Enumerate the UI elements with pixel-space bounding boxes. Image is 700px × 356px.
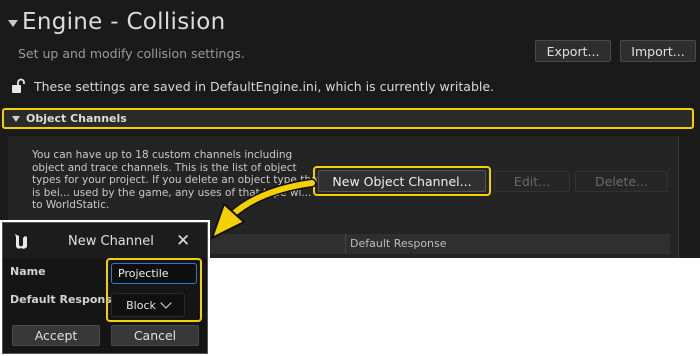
export-button[interactable]: Export...	[535, 40, 611, 62]
name-label: Name	[10, 265, 46, 278]
default-response-value: Block	[126, 298, 156, 312]
collapse-caret-icon[interactable]	[8, 20, 18, 27]
column-default-response: Default Response	[350, 237, 447, 250]
section-description: You can have up to 18 custom channels in…	[32, 149, 322, 211]
delete-button[interactable]: Delete...	[575, 171, 668, 192]
default-response-label: Default Response	[10, 293, 120, 306]
import-button[interactable]: Import...	[620, 40, 696, 62]
column-divider	[345, 234, 346, 254]
page-title: Engine - Collision	[22, 9, 226, 35]
chevron-down-icon	[160, 297, 172, 309]
name-input[interactable]: Projectile	[111, 263, 197, 284]
section-label: Object Channels	[26, 112, 127, 125]
dialog-title: New Channel	[68, 234, 154, 249]
writable-notice: These settings are saved in DefaultEngin…	[34, 79, 495, 94]
edit-button[interactable]: Edit...	[494, 171, 570, 192]
caret-down-icon	[12, 116, 20, 122]
new-object-channel-button[interactable]: New Object Channel...	[318, 170, 486, 192]
page-subtitle: Set up and modify collision settings.	[18, 46, 245, 61]
unreal-logo-icon	[15, 234, 27, 249]
accept-button[interactable]: Accept	[12, 325, 100, 346]
lock-open-icon	[12, 78, 25, 93]
close-icon[interactable]: ✕	[176, 232, 190, 250]
object-channels-section-header[interactable]: Object Channels	[2, 108, 694, 129]
default-response-select[interactable]: Block	[111, 293, 185, 317]
cancel-button[interactable]: Cancel	[111, 325, 199, 346]
